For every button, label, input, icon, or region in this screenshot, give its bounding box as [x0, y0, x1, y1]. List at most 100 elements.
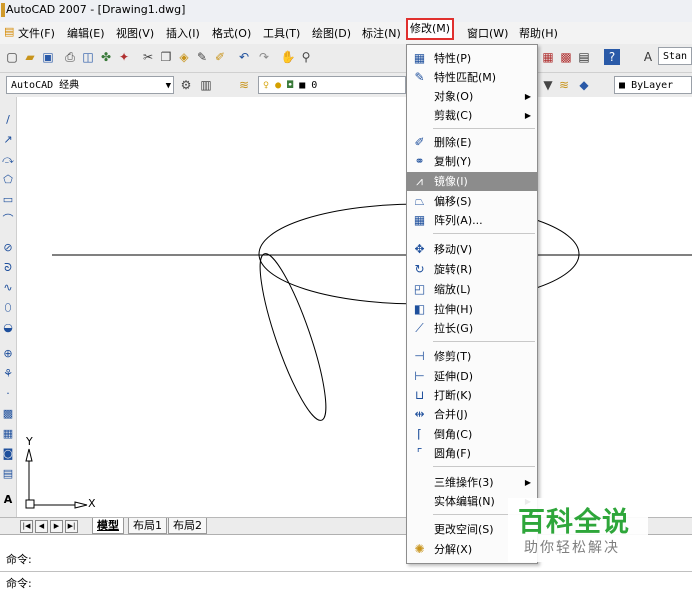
ellipse-tool-icon[interactable]: ⬯	[1, 301, 15, 315]
color-combo[interactable]: ■ ByLayer	[614, 76, 692, 94]
menu-draw[interactable]: 绘图(D)	[312, 25, 351, 41]
menu-item-join[interactable]: ⇹ 合并(J)	[407, 405, 537, 424]
match-prop-icon[interactable]: ✎	[194, 49, 210, 65]
rotated-ellipse[interactable]	[248, 248, 337, 425]
layer-previous-icon[interactable]: ≋	[556, 77, 572, 93]
menu-modify[interactable]: 修改(M)	[406, 18, 455, 40]
menu-insert[interactable]: 插入(I)	[166, 25, 200, 41]
menu-item-move[interactable]: ✥ 移动(V)	[407, 240, 537, 259]
layer-dropdown-arrow-icon[interactable]: ▼	[540, 77, 556, 93]
properties-icon: ▦	[413, 51, 426, 65]
copy-clip-icon[interactable]: ❐	[158, 49, 174, 65]
help-icon[interactable]: ?	[604, 49, 620, 65]
menu-item-array[interactable]: ▦ 阵列(A)...	[407, 211, 537, 230]
insert-block-icon[interactable]: ⊕	[1, 347, 15, 361]
pan-icon[interactable]: ✋	[280, 49, 296, 65]
menu-item-copy[interactable]: ⚭ 复制(Y)	[407, 152, 537, 171]
line-tool-icon[interactable]: /	[1, 113, 15, 127]
ellipse-arc-tool-icon[interactable]: ◒	[1, 321, 15, 335]
tab-layout2[interactable]: 布局2	[168, 518, 207, 534]
polygon-tool-icon[interactable]: ⬠	[1, 173, 15, 187]
menu-item-object[interactable]: 对象(O) ▶	[407, 87, 537, 106]
layer-state-icon[interactable]: ◆	[576, 77, 592, 93]
arc-tool-icon[interactable]: ⌒	[1, 213, 15, 227]
make-block-icon[interactable]: ⚘	[1, 367, 15, 381]
menu-item-erase[interactable]: ✐ 删除(E)	[407, 133, 537, 152]
construction-line-icon[interactable]: ↗	[1, 133, 15, 147]
menu-item-3d-operations[interactable]: 三维操作(3) ▶	[407, 473, 537, 492]
color-value: ByLayer	[631, 80, 674, 91]
menu-window[interactable]: 窗口(W)	[467, 25, 508, 41]
menu-view[interactable]: 视图(V)	[116, 25, 154, 41]
menu-separator	[433, 466, 535, 467]
menu-tools[interactable]: 工具(T)	[263, 25, 300, 41]
rectangle-tool-icon[interactable]: ▭	[1, 193, 15, 207]
workspace-settings-icon[interactable]: ⚙	[178, 77, 194, 93]
point-tool-icon[interactable]: ·	[1, 387, 15, 401]
mirror-icon: ⩘	[416, 174, 423, 188]
menu-separator	[433, 128, 535, 129]
menu-item-trim[interactable]: ⊣ 修剪(T)	[407, 347, 537, 366]
menu-item-chamfer[interactable]: ⌈ 倒角(C)	[407, 425, 537, 444]
spline-tool-icon[interactable]: ∿	[1, 281, 15, 295]
layers-icon[interactable]: ≋	[236, 77, 252, 93]
menu-item-fillet[interactable]: ⌜ 圆角(F)	[407, 444, 537, 463]
etransmit-icon[interactable]: ✦	[116, 49, 132, 65]
layer-combo[interactable]: ♀ ● ◘ ■ 0	[258, 76, 406, 94]
preview-icon[interactable]: ◫	[80, 49, 96, 65]
save-icon[interactable]: ▣	[40, 49, 56, 65]
menu-help[interactable]: 帮助(H)	[519, 25, 558, 41]
calculator-icon[interactable]: ▤	[576, 49, 592, 65]
menu-item-rotate[interactable]: ↻ 旋转(R)	[407, 260, 537, 279]
menu-item-stretch[interactable]: ◧ 拉伸(H)	[407, 300, 537, 319]
publish-icon[interactable]: ✤	[98, 49, 114, 65]
print-icon[interactable]: ⎙	[62, 49, 78, 65]
mtext-tool-icon[interactable]: A	[1, 493, 15, 507]
sun-icon: ●	[275, 80, 282, 91]
tab-model[interactable]: 模型	[92, 518, 124, 534]
menu-file[interactable]: 文件(F)	[18, 25, 55, 41]
menu-item-scale[interactable]: ◰ 缩放(L)	[407, 280, 537, 299]
drawing-canvas[interactable]: Y X	[17, 97, 692, 517]
menu-dimension[interactable]: 标注(N)	[362, 25, 401, 41]
menu-item-lengthen[interactable]: ⟋ 拉长(G)	[407, 319, 537, 338]
tab-layout1[interactable]: 布局1	[128, 518, 167, 534]
menu-edit[interactable]: 编辑(E)	[67, 25, 105, 41]
redo-icon[interactable]: ↷	[256, 49, 272, 65]
table-tool-icon[interactable]: ▤	[1, 467, 15, 481]
region-tool-icon[interactable]: ◙	[1, 447, 15, 461]
next-tab-icon[interactable]: ▶	[50, 520, 63, 533]
revcloud-tool-icon[interactable]: ᘐ	[1, 261, 15, 275]
workspace-combo[interactable]: AutoCAD 经典 ▼	[6, 76, 174, 94]
menu-item-extend[interactable]: ⊢ 延伸(D)	[407, 367, 537, 386]
zoom-icon[interactable]: ⚲	[298, 49, 314, 65]
menu-item-mirror[interactable]: ⩘ 镜像(I)	[407, 172, 537, 191]
paste-icon[interactable]: ◈	[176, 49, 192, 65]
break-icon: ⊔	[414, 388, 425, 402]
sheet-set-icon[interactable]: ▦	[540, 49, 556, 65]
command-input-line[interactable]: 命令:	[6, 575, 32, 591]
menu-item-match-properties[interactable]: ✎ 特性匹配(M)	[407, 68, 537, 87]
circle-tool-icon[interactable]: ⊘	[1, 241, 15, 255]
cut-icon[interactable]: ✂	[140, 49, 156, 65]
submenu-arrow-icon: ▶	[524, 92, 531, 101]
menu-item-offset[interactable]: ⏢ 偏移(S)	[407, 192, 537, 211]
block-editor-icon[interactable]: ✐	[212, 49, 228, 65]
undo-icon[interactable]: ↶	[236, 49, 252, 65]
text-style-icon[interactable]: A	[640, 49, 656, 65]
text-style-combo[interactable]: Stan	[658, 47, 692, 65]
first-tab-icon[interactable]: |◀	[20, 520, 33, 533]
prev-tab-icon[interactable]: ◀	[35, 520, 48, 533]
open-icon[interactable]: ▰	[22, 49, 38, 65]
polyline-tool-icon[interactable]: ⤼	[1, 153, 15, 167]
menu-item-break[interactable]: ⊔ 打断(K)	[407, 386, 537, 405]
menu-item-properties[interactable]: ▦ 特性(P)	[407, 49, 537, 68]
layer-manager-icon[interactable]: ▥	[198, 77, 214, 93]
hatch-tool-icon[interactable]: ▩	[1, 407, 15, 421]
new-icon[interactable]: ▢	[4, 49, 20, 65]
gradient-tool-icon[interactable]: ▦	[1, 427, 15, 441]
last-tab-icon[interactable]: ▶|	[65, 520, 78, 533]
menu-format[interactable]: 格式(O)	[212, 25, 251, 41]
menu-item-clip[interactable]: 剪裁(C) ▶	[407, 106, 537, 125]
markup-icon[interactable]: ▩	[558, 49, 574, 65]
